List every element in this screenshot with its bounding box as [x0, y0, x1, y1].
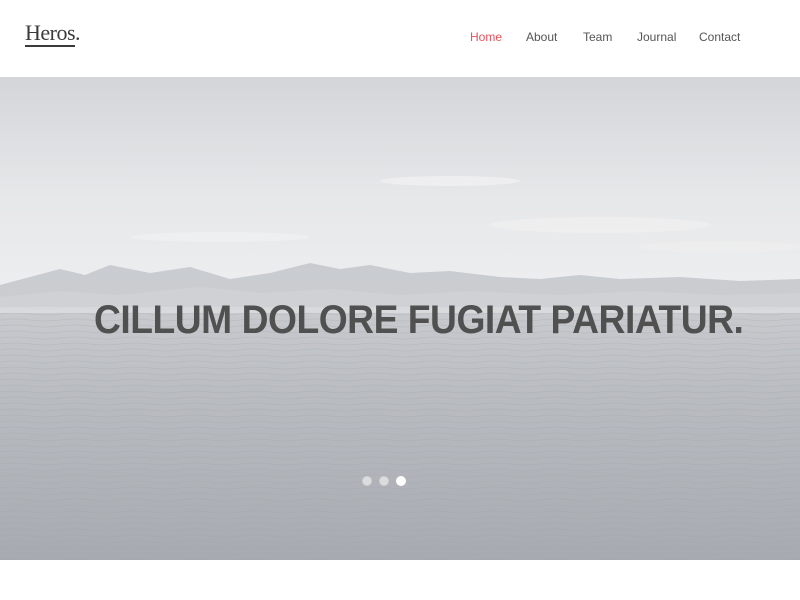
slider-dot-active[interactable] — [396, 476, 406, 486]
nav-item-team[interactable]: Team — [583, 29, 612, 45]
site-header: Heros. Home About Team Journal Contact — [0, 0, 800, 77]
page-bottom-strip — [0, 560, 800, 600]
hero-slider: CILLUM DOLORE FUGIAT PARIATUR. — [0, 77, 800, 560]
nav-item-about[interactable]: About — [526, 29, 557, 45]
slider-dot[interactable] — [362, 476, 372, 486]
slider-dot[interactable] — [379, 476, 389, 486]
slider-pagination — [362, 476, 408, 486]
nav-item-home[interactable]: Home — [470, 29, 502, 45]
main-nav: Home About Team Journal Contact — [0, 29, 800, 47]
nav-item-contact[interactable]: Contact — [699, 29, 740, 45]
nav-item-journal[interactable]: Journal — [637, 29, 676, 45]
hero-title: CILLUM DOLORE FUGIAT PARIATUR. — [94, 298, 744, 342]
